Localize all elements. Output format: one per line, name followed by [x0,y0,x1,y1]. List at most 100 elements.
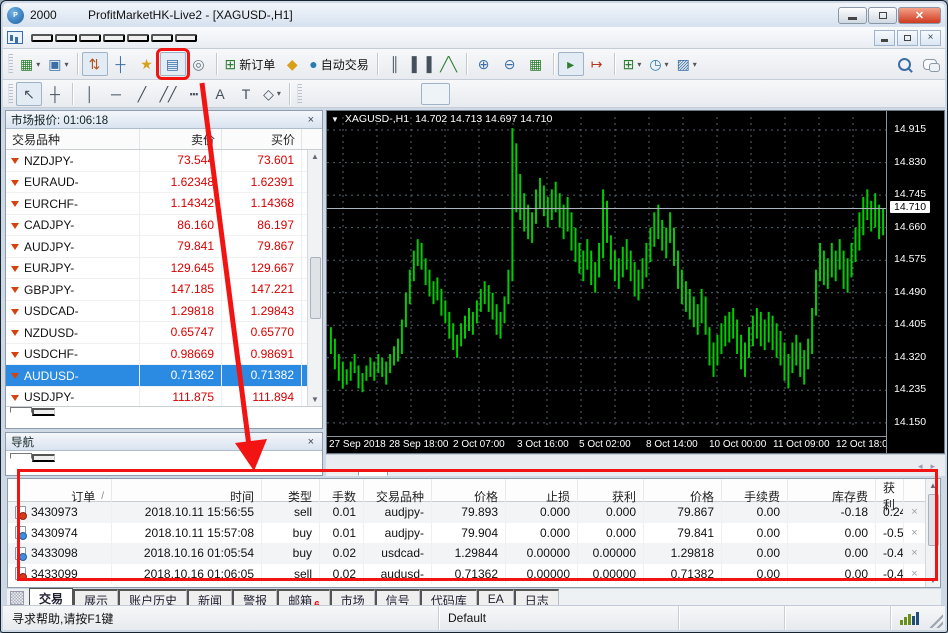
label-tool-button[interactable]: T [233,82,259,106]
market-watch-toggle-button[interactable]: ⇅ [81,52,108,76]
timeframe-MN[interactable] [537,83,566,105]
restore-button[interactable] [868,6,897,24]
order-row[interactable]: 3430973 2018.10.11 15:56:55 sell 0.01 au… [8,502,925,523]
chart-shift-button[interactable]: ↦ [584,52,610,76]
market-watch-close-icon[interactable]: × [305,114,317,126]
terminal-scrollbar[interactable]: ▲ ▼ [925,479,940,587]
time-axis[interactable]: 27 Sep 2018 28 Sep 18:00 2 Oct 07:00 3 Oct … [327,436,886,454]
autotrading-button[interactable]: ● 自动交易 [305,52,372,76]
timeframe-H4[interactable] [450,83,479,105]
status-profile[interactable]: Default [439,606,679,630]
market-watch-row[interactable]: EURJPY- 129.645 129.667 [6,257,307,279]
channel-tool-button[interactable]: ╱╱ [155,82,181,106]
minimize-button[interactable] [838,6,867,24]
scroll-down-icon[interactable]: ▼ [311,395,319,404]
search-button[interactable] [891,52,917,76]
timeframe-W1[interactable] [508,83,537,105]
timeframe-M30[interactable] [392,83,421,105]
strategy-tester-button[interactable]: ◎ [186,52,212,76]
connection-status-icon[interactable] [900,611,923,625]
chart-tabs-scroll-left-icon[interactable]: ◂ [918,461,923,472]
price-axis[interactable]: 14.915 14.830 14.745 14.660 14.575 14.490 14.4… [887,111,944,454]
market-watch-row[interactable]: NZDUSD- 0.65747 0.65770 [6,322,307,344]
menu-view[interactable] [55,33,77,42]
resize-grip[interactable] [927,612,943,628]
market-watch-row[interactable]: GBPJPY- 147.185 147.221 [6,279,307,301]
tile-windows-button[interactable]: ▦ [523,52,549,76]
toolbar-grip-2[interactable] [8,83,13,104]
terminal-toggle-button[interactable]: ▤ [155,48,190,80]
market-watch-row[interactable]: CADJPY- 86.160 86.197 [6,214,307,236]
templates-button[interactable]: ▨ ▾ [673,52,701,76]
chart-tab-xagusd-h1[interactable] [358,470,388,476]
horizontal-line-tool-button[interactable]: ─ [103,82,129,106]
indicators-button[interactable]: ⊞ ▾ [619,52,646,76]
metaeditor-button[interactable]: ◆ [279,52,305,76]
menu-insert[interactable] [79,33,101,42]
market-watch-row[interactable]: USDCHF- 0.98669 0.98691 [6,343,307,365]
cursor-tool-button[interactable]: ↖ [16,81,42,106]
navigator-close-icon[interactable]: × [305,436,317,448]
menu-tools[interactable] [127,33,149,42]
close-order-icon[interactable]: × [904,543,925,564]
navigator-toggle-button[interactable]: ★ [134,52,160,76]
child-minimize-button[interactable] [874,29,895,46]
timeframe-toolbar-grip[interactable] [297,83,302,104]
crosshair-tool-button[interactable]: ┼ [42,82,68,106]
scrollbar-thumb[interactable] [927,494,939,546]
scrollbar-thumb[interactable] [309,257,321,319]
order-row[interactable]: 3433098 2018.10.16 01:05:54 buy 0.02 usd… [8,543,925,564]
vertical-line-tool-button[interactable]: │ [77,82,103,106]
panel-grip-icon[interactable] [10,591,24,605]
market-watch-row[interactable]: EURCHF- 1.14342 1.14368 [6,193,307,215]
chat-button[interactable] [917,52,943,76]
tab-symbols[interactable] [10,407,32,413]
toolbar-grip[interactable] [8,54,13,74]
column-symbol[interactable]: 交易品种 [6,129,140,149]
scroll-up-icon[interactable]: ▲ [929,481,937,490]
new-chart-button[interactable]: ▦ ▾ [16,52,44,76]
market-watch-row[interactable]: AUDUSD- 0.71362 0.71382 [6,365,307,387]
shapes-tool-button[interactable]: ◇ ▾ [259,82,285,106]
timeframe-M5[interactable] [334,83,363,105]
periods-button[interactable]: ◷ ▾ [645,52,672,76]
zoom-in-button[interactable]: ⊕ [471,52,497,76]
market-watch-row[interactable]: NZDJPY- 73.544 73.601 [6,150,307,172]
menu-charts[interactable] [103,33,125,42]
trendline-tool-button[interactable]: ╱ [129,82,155,106]
data-window-button[interactable]: ┼ [108,52,134,76]
timeframe-M1[interactable] [305,83,334,105]
close-order-icon[interactable]: × [904,564,925,585]
market-watch-row[interactable]: USDJPY- 111.875 111.894 [6,386,307,406]
chart-collapse-icon[interactable]: ▼ [331,115,339,124]
timeframe-D1[interactable] [479,83,508,105]
auto-scroll-button[interactable]: ▸ [557,52,584,76]
menu-window[interactable] [151,33,173,42]
menu-file[interactable] [31,33,53,42]
close-order-icon[interactable]: × [904,523,925,544]
chart-plot[interactable]: ▼ XAGUSD-,H1 14.702 14.713 14.697 14.710… [327,111,887,454]
line-chart-type-button[interactable]: ╱╲ [436,52,462,76]
chart-tab-usdcnh-h1[interactable] [328,470,358,476]
chart-menu-icon[interactable] [7,31,23,44]
order-row[interactable]: 3430974 2018.10.11 15:57:08 buy 0.01 aud… [8,522,925,544]
scroll-up-icon[interactable]: ▲ [311,152,319,161]
close-order-icon[interactable]: × [904,502,925,523]
profiles-button[interactable]: ▣ ▾ [44,52,72,76]
market-watch-row[interactable]: AUDJPY- 79.841 79.867 [6,236,307,258]
zoom-out-button[interactable]: ⊖ [497,52,523,76]
market-watch-row[interactable]: USDCAD- 1.29818 1.29843 [6,300,307,322]
timeframe-H1[interactable] [421,82,450,105]
child-restore-button[interactable] [897,29,918,46]
candlestick-type-button[interactable]: ▌▐ [408,52,436,76]
market-watch-row[interactable]: EURAUD- 1.62348 1.62391 [6,171,307,193]
chart-tabs-scroll-right-icon[interactable]: ▸ [930,461,935,472]
child-close-button[interactable]: × [920,29,941,46]
tab-favorites[interactable] [32,454,55,462]
close-button[interactable]: ✕ [898,6,941,24]
bar-chart-type-button[interactable]: ║ [382,52,408,76]
text-tool-button[interactable]: A [207,82,233,106]
market-watch-scrollbar[interactable]: ▲ ▼ [307,150,322,406]
timeframe-M15[interactable] [363,83,392,105]
column-bid[interactable]: 卖价 [140,129,222,149]
